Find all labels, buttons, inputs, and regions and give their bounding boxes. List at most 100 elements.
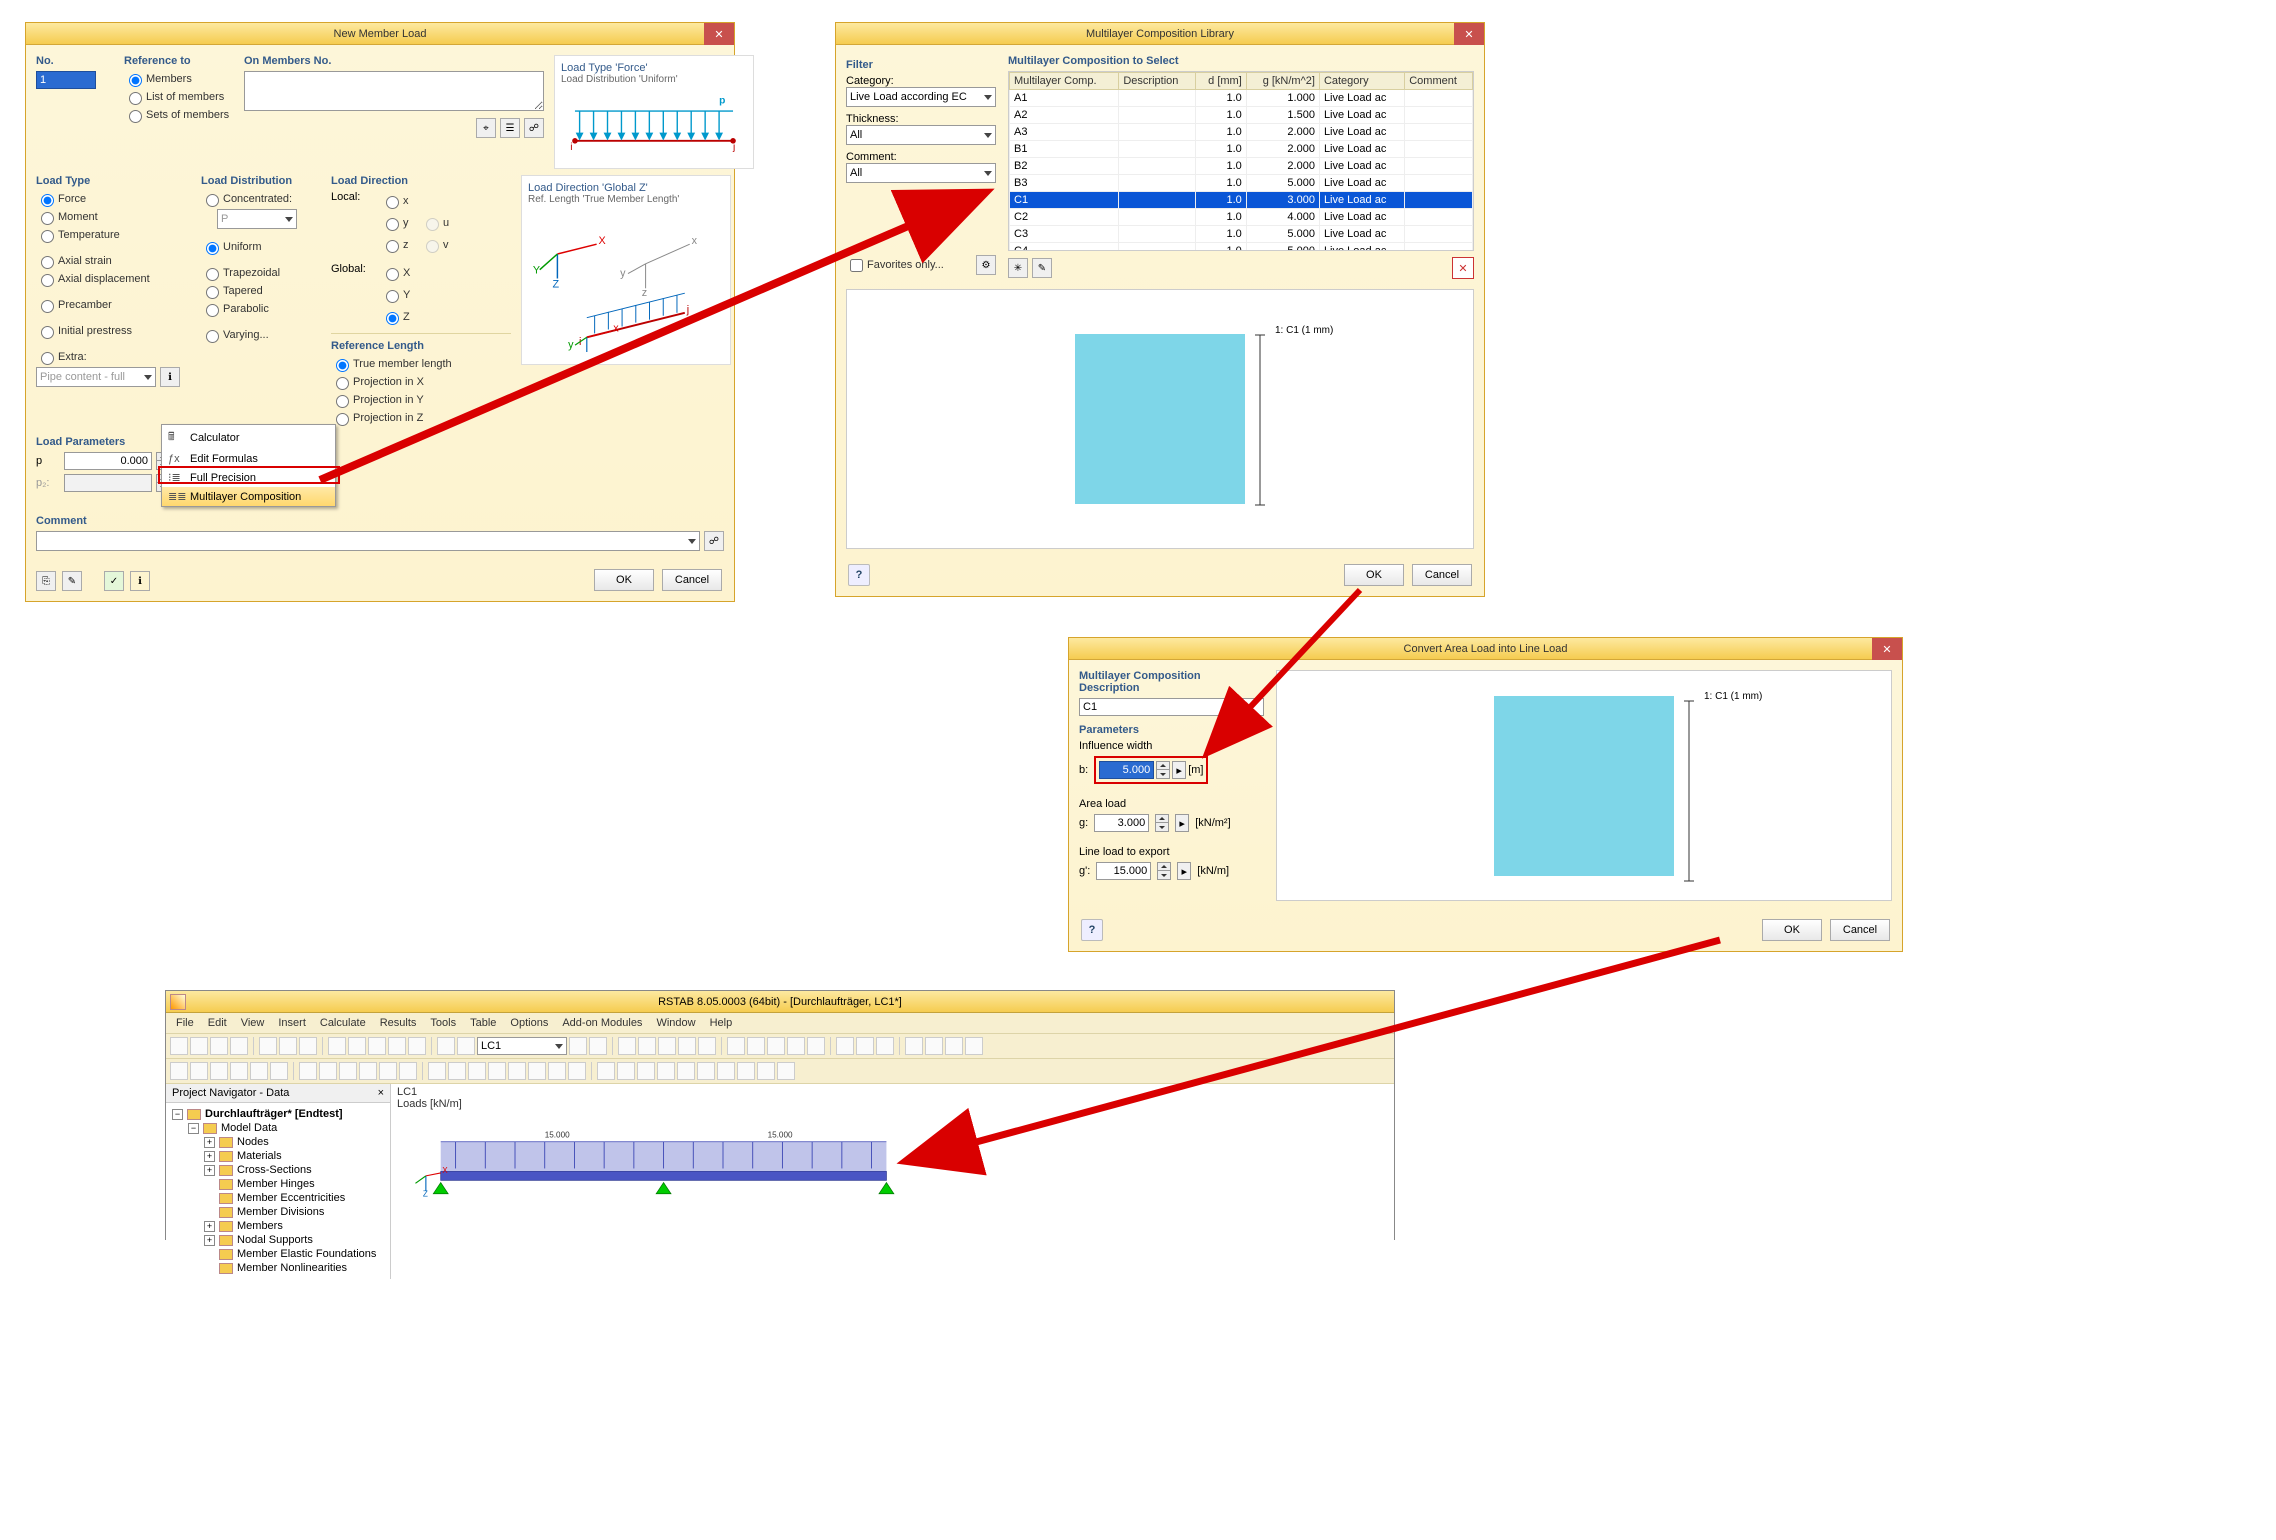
tool-icon[interactable] xyxy=(568,1062,586,1080)
table-row[interactable]: C31.05.000Live Load ac xyxy=(1010,226,1473,243)
tool-icon[interactable] xyxy=(448,1062,466,1080)
concentrated-dropdown[interactable]: P xyxy=(217,209,297,229)
tool-icon[interactable] xyxy=(617,1062,635,1080)
tool-icon[interactable] xyxy=(925,1037,943,1055)
menu-edit[interactable]: Edit xyxy=(202,1015,233,1031)
rl-true-radio[interactable] xyxy=(336,359,349,372)
tool-icon[interactable] xyxy=(945,1037,963,1055)
g-spinner[interactable] xyxy=(1155,814,1169,832)
tree-toggle[interactable]: − xyxy=(188,1123,199,1134)
menu-help[interactable]: Help xyxy=(704,1015,739,1031)
lt-axial-disp-radio[interactable] xyxy=(41,274,54,287)
canvas[interactable]: LC1Loads [kN/m] xyxy=(391,1084,1394,1279)
rl-projy-radio[interactable] xyxy=(336,395,349,408)
dir-global-z-radio[interactable] xyxy=(386,312,399,325)
tool-icon[interactable] xyxy=(210,1037,228,1055)
p-field[interactable] xyxy=(64,452,152,470)
menu-multilayer-composition[interactable]: ≣≣Multilayer Composition xyxy=(162,487,335,506)
tool-icon[interactable] xyxy=(359,1062,377,1080)
tool-icon[interactable] xyxy=(657,1062,675,1080)
ld-parabolic-radio[interactable] xyxy=(206,304,219,317)
tree-toggle[interactable]: + xyxy=(204,1151,215,1162)
composition-table[interactable]: Multilayer Comp.Description d [mm]g [kN/… xyxy=(1008,71,1474,251)
apply-icon[interactable]: ✓ xyxy=(104,571,124,591)
extra-info-icon[interactable]: ℹ xyxy=(160,367,180,387)
tool-icon[interactable] xyxy=(508,1062,526,1080)
tool-icon[interactable] xyxy=(836,1037,854,1055)
ok-button[interactable]: OK xyxy=(594,569,654,591)
tool-icon[interactable] xyxy=(807,1037,825,1055)
ref-members-radio[interactable] xyxy=(129,74,142,87)
tool-icon[interactable] xyxy=(737,1062,755,1080)
tool-icon[interactable] xyxy=(589,1037,607,1055)
tool-icon[interactable] xyxy=(767,1037,785,1055)
library-icon[interactable]: ☍ xyxy=(524,118,544,138)
tool-icon[interactable] xyxy=(457,1037,475,1055)
lt-precamber-radio[interactable] xyxy=(41,300,54,313)
ok-button[interactable]: OK xyxy=(1762,919,1822,941)
tool-icon[interactable] xyxy=(569,1037,587,1055)
tool-icon[interactable] xyxy=(299,1062,317,1080)
edit-item-icon[interactable]: ✎ xyxy=(1032,258,1052,278)
table-row[interactable]: B31.05.000Live Load ac xyxy=(1010,175,1473,192)
g-step[interactable]: ▸ xyxy=(1175,814,1189,832)
tree-toggle[interactable]: − xyxy=(172,1109,183,1120)
tool-icon[interactable] xyxy=(210,1062,228,1080)
table-row[interactable]: B21.02.000Live Load ac xyxy=(1010,158,1473,175)
tool-icon[interactable] xyxy=(856,1037,874,1055)
tool-icon[interactable] xyxy=(727,1037,745,1055)
dir-global-y-radio[interactable] xyxy=(386,290,399,303)
thickness-dropdown[interactable]: All xyxy=(846,125,996,145)
menu-results[interactable]: Results xyxy=(374,1015,423,1031)
menu-add-on-modules[interactable]: Add-on Modules xyxy=(556,1015,648,1031)
tool-icon[interactable] xyxy=(468,1062,486,1080)
lt-moment-radio[interactable] xyxy=(41,212,54,225)
close-icon[interactable]: ✕ xyxy=(1454,23,1484,45)
rl-projx-radio[interactable] xyxy=(336,377,349,390)
menu-options[interactable]: Options xyxy=(504,1015,554,1031)
table-row[interactable]: A31.02.000Live Load ac xyxy=(1010,124,1473,141)
titlebar[interactable]: Convert Area Load into Line Load ✕ xyxy=(1069,638,1902,660)
tool-icon[interactable] xyxy=(408,1037,426,1055)
close-icon[interactable]: ✕ xyxy=(1872,638,1902,660)
gp-field[interactable] xyxy=(1096,862,1151,880)
ld-tapered-radio[interactable] xyxy=(206,286,219,299)
category-dropdown[interactable]: Live Load according EC xyxy=(846,87,996,107)
lt-initial-prestress-radio[interactable] xyxy=(41,326,54,339)
lt-force-radio[interactable] xyxy=(41,194,54,207)
tool-icon[interactable] xyxy=(658,1037,676,1055)
tool-icon[interactable] xyxy=(279,1037,297,1055)
tool-icon[interactable] xyxy=(717,1062,735,1080)
tool-icon[interactable] xyxy=(250,1062,268,1080)
tool-icon[interactable] xyxy=(379,1062,397,1080)
tool-icon[interactable] xyxy=(697,1062,715,1080)
table-row[interactable]: C41.05.000Live Load ac xyxy=(1010,243,1473,252)
copy-icon[interactable]: ⎘ xyxy=(36,571,56,591)
ok-button[interactable]: OK xyxy=(1344,564,1404,586)
delete-item-icon[interactable]: ✕ xyxy=(1452,257,1474,279)
tool-icon[interactable] xyxy=(905,1037,923,1055)
menu-calculator[interactable]: 🖩Calculator xyxy=(162,425,335,450)
dir-local-y-radio[interactable] xyxy=(386,218,399,231)
ld-uniform-radio[interactable] xyxy=(206,242,219,255)
titlebar[interactable]: New Member Load ✕ xyxy=(26,23,734,45)
table-row[interactable]: B11.02.000Live Load ac xyxy=(1010,141,1473,158)
b-field[interactable] xyxy=(1099,761,1154,779)
cancel-button[interactable]: Cancel xyxy=(662,569,722,591)
tool-icon[interactable] xyxy=(757,1062,775,1080)
info-icon[interactable]: ℹ xyxy=(130,571,150,591)
cancel-button[interactable]: Cancel xyxy=(1830,919,1890,941)
close-icon[interactable]: ✕ xyxy=(704,23,734,45)
lt-temperature-radio[interactable] xyxy=(41,230,54,243)
tool-icon[interactable] xyxy=(638,1037,656,1055)
tree-toggle[interactable]: + xyxy=(204,1165,215,1176)
tree-toggle[interactable]: + xyxy=(204,1221,215,1232)
menu-insert[interactable]: Insert xyxy=(272,1015,312,1031)
tool-icon[interactable] xyxy=(259,1037,277,1055)
paste-icon[interactable]: ✎ xyxy=(62,571,82,591)
gp-spinner[interactable] xyxy=(1157,862,1171,880)
lt-axial-strain-radio[interactable] xyxy=(41,256,54,269)
rl-projz-radio[interactable] xyxy=(336,413,349,426)
tool-icon[interactable] xyxy=(677,1062,695,1080)
tool-icon[interactable] xyxy=(488,1062,506,1080)
